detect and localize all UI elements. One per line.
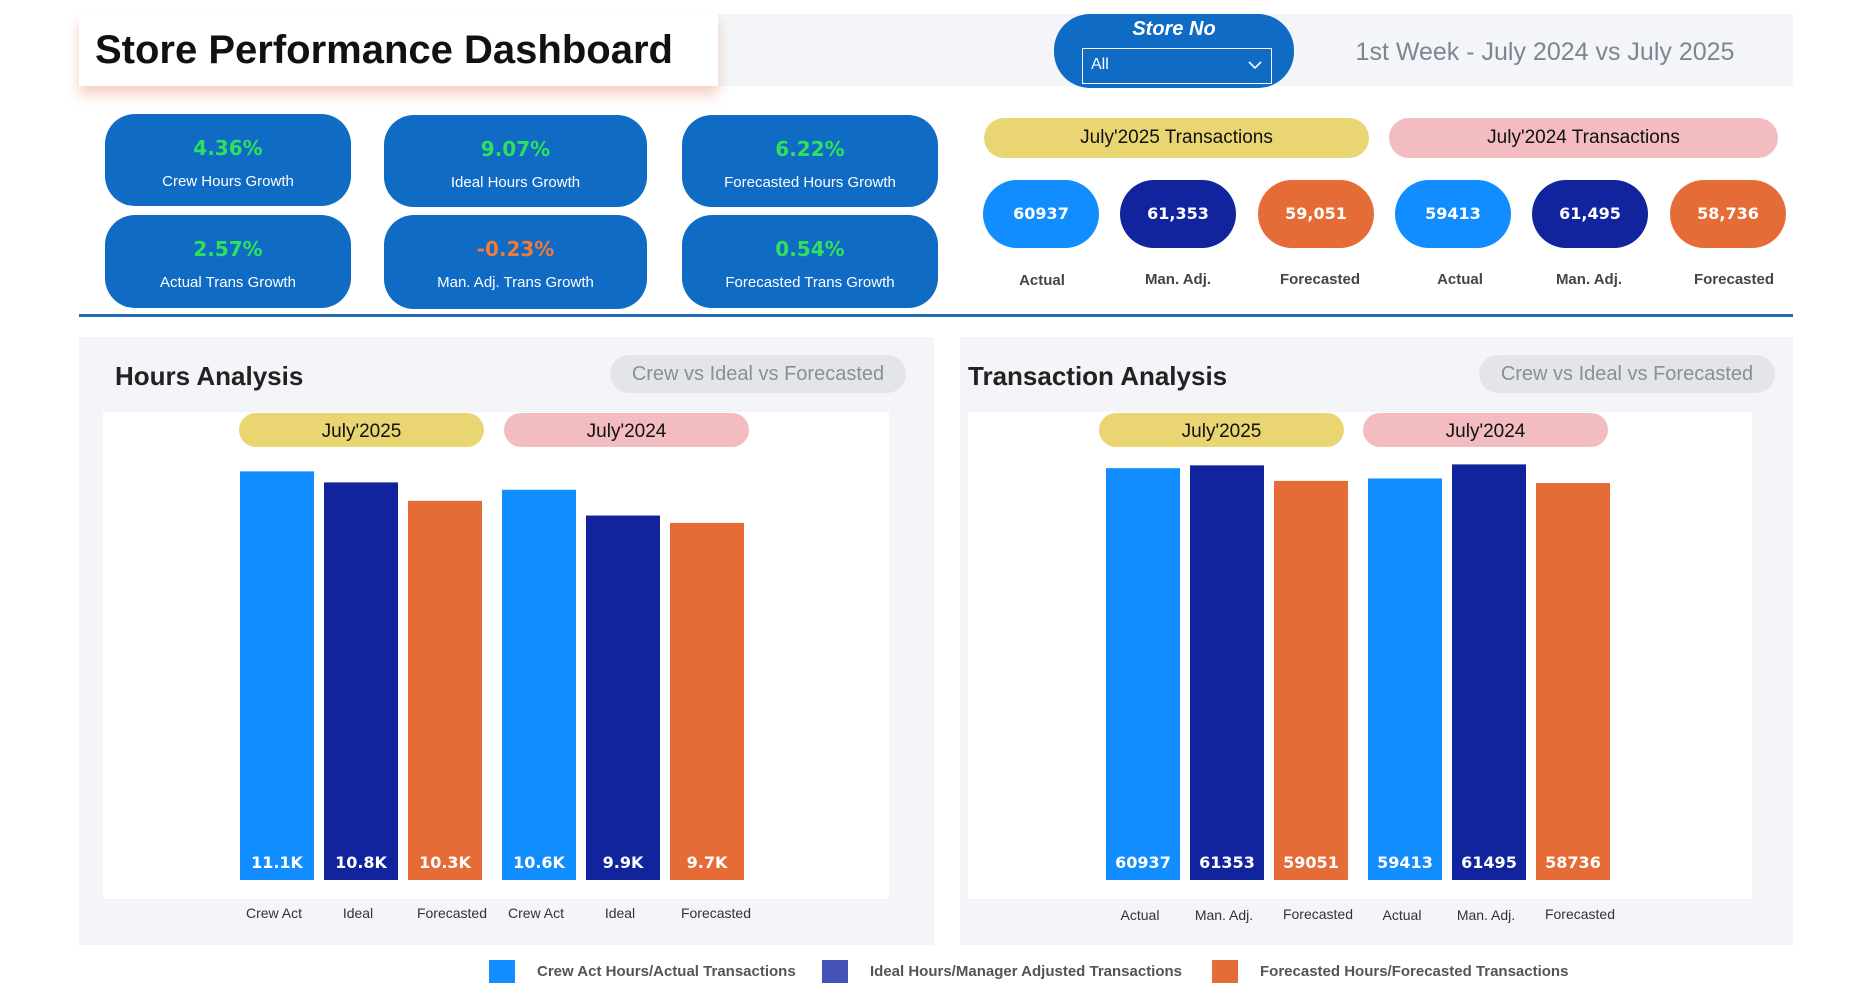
data-label: 58736 [1545,853,1601,872]
kpi-label: Ideal Hours Growth [450,174,581,191]
legend-item-actual: Crew Act Hours/Actual Transactions [489,956,796,986]
data-label: 59413 [1377,853,1433,872]
kpi-forecasted-hours-growth: 6.22% Forecasted Hours Growth [682,115,938,207]
transaction-bar-chart: July'2025 July'2024 60937 Actual 61353 Man. A… [968,412,1752,923]
data-label: 61353 [1199,853,1255,872]
report-period: 1st Week - July 2024 vs July 2025 [1355,38,1735,66]
trans-2024-forecasted-label: Forecasted [1693,271,1775,288]
trans-2024-man-adj: 61,495 [1532,180,1648,248]
trans-2025-forecasted: 59,051 [1258,180,1374,248]
category-label: Actual [1383,907,1422,923]
bar [1190,465,1264,880]
kpi-value: 6.22% [775,137,845,161]
category-label: Crew Act [246,905,302,921]
category-label: Forecasted [681,905,751,921]
transactions-2025-title: July'2025 Transactions [984,118,1369,158]
data-label: 11.1K [251,853,303,872]
kpi-label: Crew Hours Growth [162,173,294,190]
data-label: 10.6K [513,853,565,872]
legend-label: Ideal Hours/Manager Adjusted Transaction… [870,962,1183,980]
data-label: 10.8K [335,853,387,872]
dashboard: Store Performance Dashboard Store No All… [0,0,1871,990]
kpi-value: -0.23% [476,237,555,261]
kpi-label: Forecasted Hours Growth [724,174,896,191]
kpi-crew-hours-growth: 4.36% Crew Hours Growth [105,114,351,206]
kpi-value: 9.07% [480,137,551,161]
bar [324,482,398,880]
trans-2025-man-adj-label: Man. Adj. [1144,271,1212,288]
kpi-ideal-hours-growth: 9.07% Ideal Hours Growth [384,115,647,207]
data-label: 10.3K [419,853,471,872]
category-label: Forecasted [1545,906,1615,922]
bar [1106,468,1180,880]
group-label: July'2024 [1446,421,1526,442]
plot-area [968,412,1752,899]
kpi-forecasted-trans-growth: 0.54% Forecasted Trans Growth [682,215,938,308]
legend-label: Crew Act Hours/Actual Transactions [537,962,796,980]
category-label: Ideal [343,905,373,921]
bar [240,471,314,880]
data-label: 61495 [1461,853,1517,872]
bar [1368,478,1442,880]
data-label: 9.7K [687,853,728,872]
kpi-value: 0.54% [775,237,845,261]
kpi-man-adj-trans-growth: -0.23% Man. Adj. Trans Growth [384,215,647,309]
transaction-analysis-panel: Transaction Analysis Crew vs Ideal vs Fo… [960,337,1793,945]
legend-swatch [1212,959,1238,983]
data-label: 9.9K [603,853,644,872]
title-card: Store Performance Dashboard [79,14,718,86]
trans-2024-man-adj-label: Man. Adj. [1555,271,1623,288]
data-label: 59051 [1283,853,1339,872]
store-filter-label: Store No [1132,18,1216,40]
legend-label: Forecasted Hours/Forecasted Transactions [1260,962,1569,980]
section-divider [79,314,1793,317]
legend-item-forecasted: Forecasted Hours/Forecasted Transactions [1212,956,1568,986]
legend-swatch [489,959,515,983]
hours-analysis-panel: Hours Analysis Crew vs Ideal vs Forecast… [79,337,934,945]
plot-area [103,412,889,899]
kpi-actual-trans-growth: 2.57% Actual Trans Growth [105,215,351,308]
trans-2024-actual-label: Actual [1437,271,1483,288]
store-select-value: All [1091,56,1109,73]
bar [1274,480,1348,880]
kpi-value: 4.36% [193,136,263,160]
trans-2025-forecasted-label: Forecasted [1279,271,1361,288]
trans-2024-actual: 59413 [1395,180,1511,248]
category-label: Man. Adj. [1195,907,1253,923]
transactions-2024-title: July'2024 Transactions [1389,118,1778,158]
category-label: Forecasted [1283,906,1353,922]
category-label: Forecasted [417,905,487,921]
bar [586,515,660,880]
group-label: July'2025 [1182,421,1262,442]
bar [502,489,576,880]
kpi-value: 2.57% [193,237,263,261]
legend-swatch [822,959,848,983]
legend-item-ideal: Ideal Hours/Manager Adjusted Transaction… [822,956,1182,986]
category-label: Crew Act [508,905,564,921]
category-label: Man. Adj. [1457,907,1515,923]
chevron-down-icon [1248,61,1262,70]
data-label: 60937 [1115,853,1171,872]
store-filter: Store No All [1054,14,1294,88]
trans-2025-actual-label: Actual [1019,272,1065,289]
bar [408,500,482,880]
trans-2024-forecasted: 58,736 [1670,180,1786,248]
category-label: Actual [1121,907,1160,923]
page-title: Store Performance Dashboard [95,27,673,72]
kpi-label: Forecasted Trans Growth [725,274,895,291]
category-label: Ideal [605,905,635,921]
bar [1452,464,1526,880]
group-label: July'2025 [322,421,402,442]
hours-bar-chart: July'2025 July'2024 11.1K Crew Act 10.8K Idea… [103,412,889,921]
trans-2025-man-adj: 61,353 [1120,180,1236,248]
kpi-label: Actual Trans Growth [160,274,296,291]
bar [670,522,744,880]
bar [1536,483,1610,880]
group-label: July'2024 [587,421,667,442]
kpi-label: Man. Adj. Trans Growth [437,274,594,291]
store-select[interactable]: All [1082,48,1272,84]
trans-2025-actual: 60937 [983,180,1099,248]
